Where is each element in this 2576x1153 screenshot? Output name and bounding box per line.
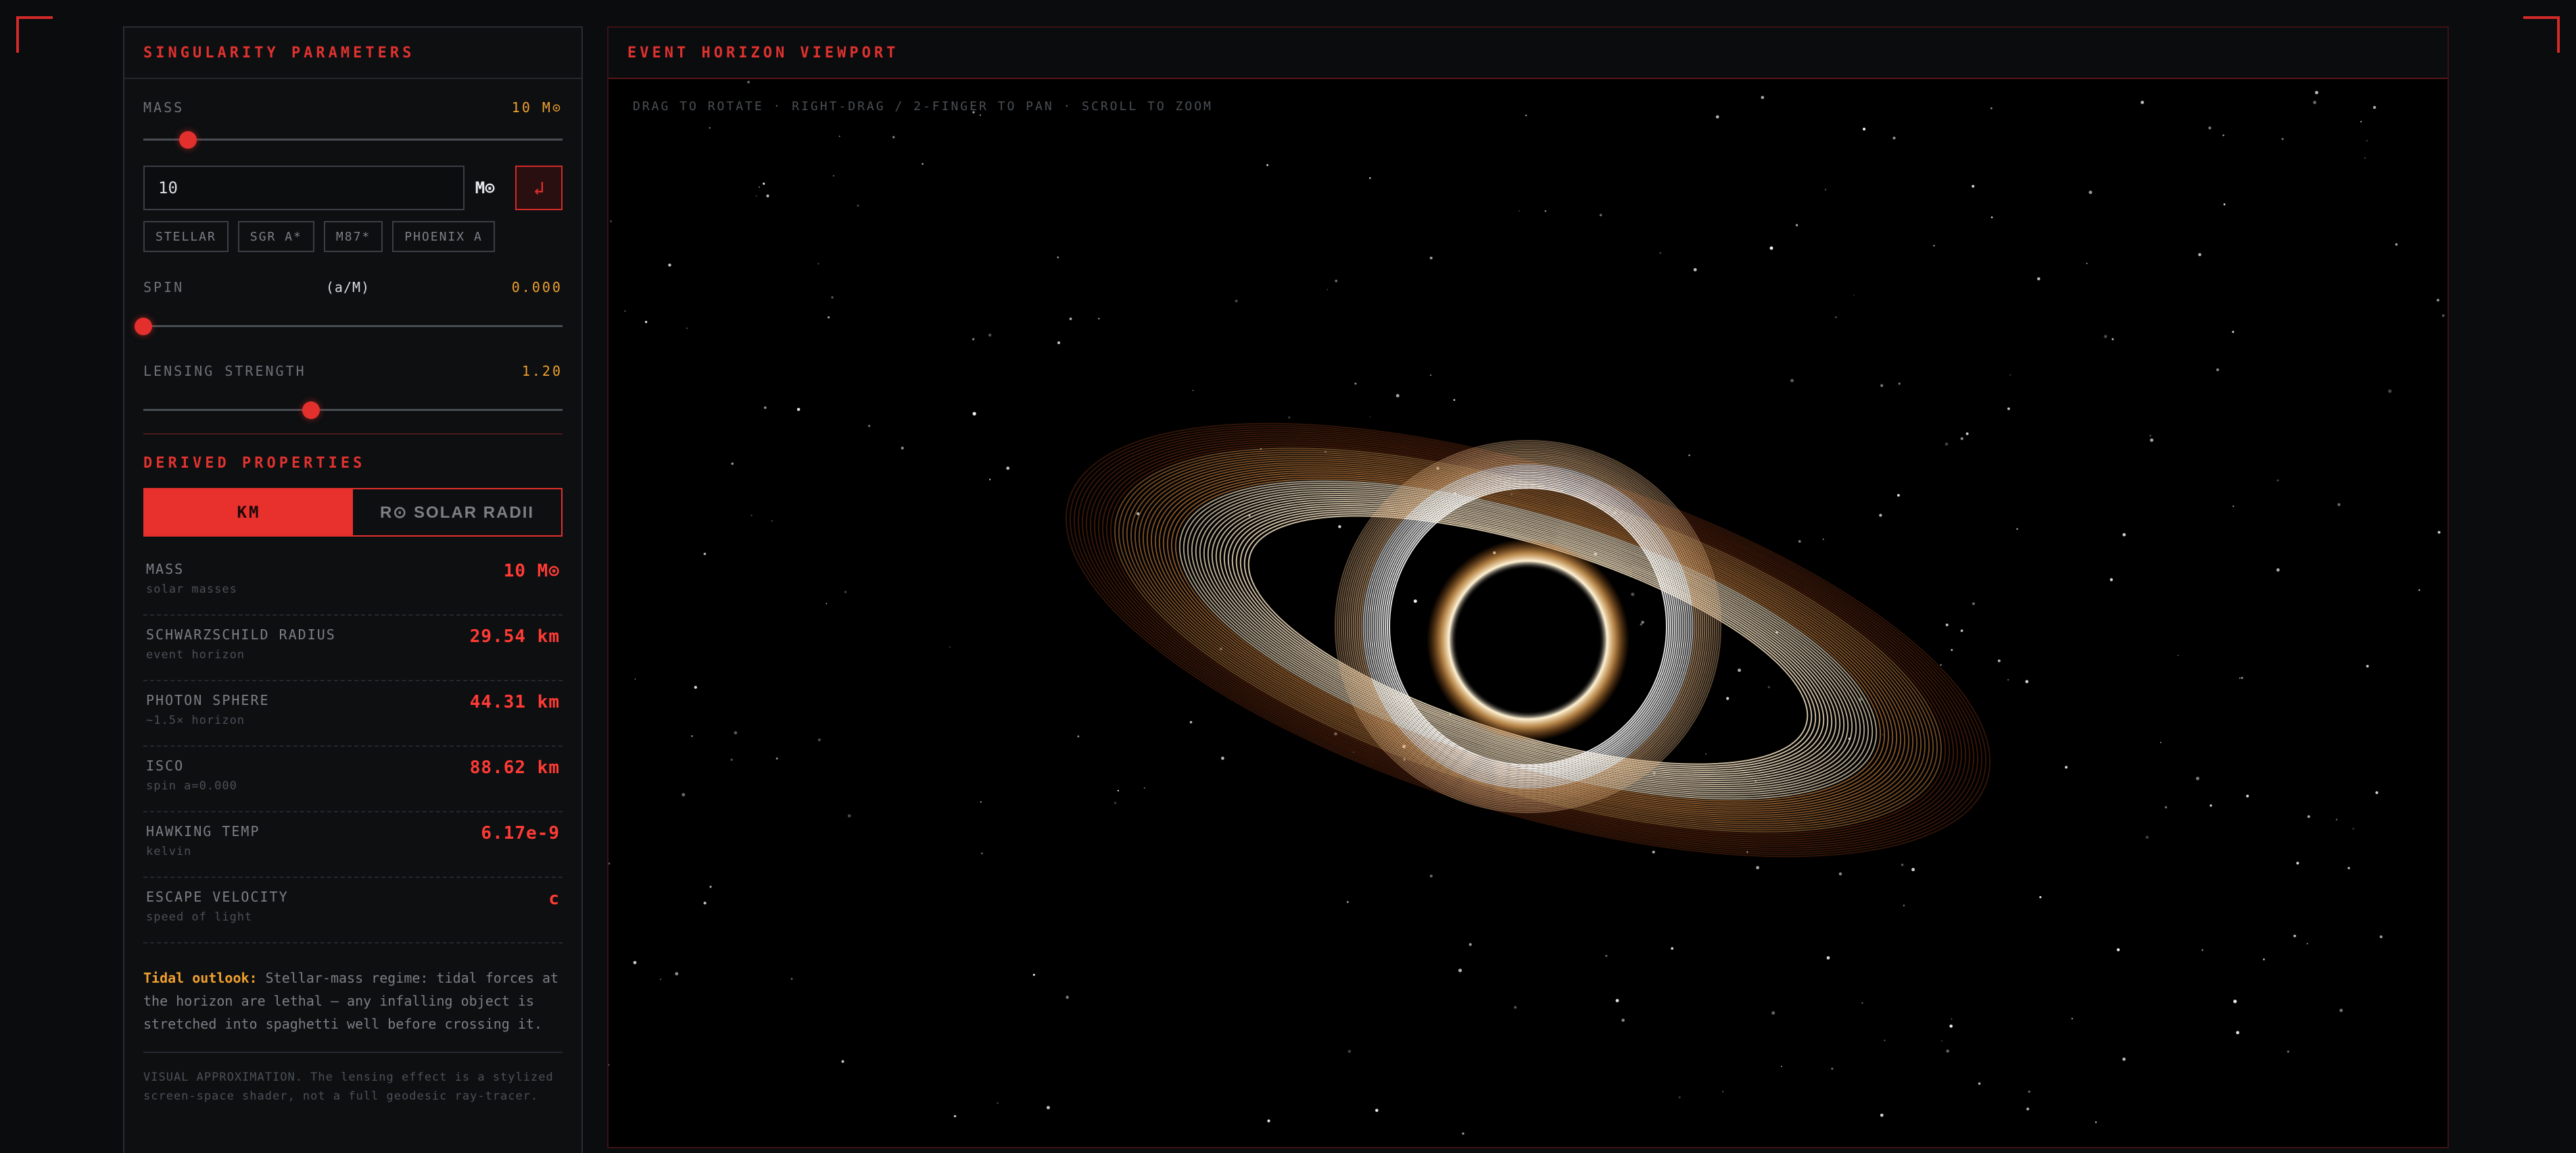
panel-title: SINGULARITY PARAMETERS bbox=[143, 44, 415, 62]
spin-slider-thumb[interactable] bbox=[135, 318, 152, 335]
lensing-slider-thumb[interactable] bbox=[302, 401, 320, 419]
property-sub: kelvin bbox=[146, 845, 192, 858]
mass-slider-thumb[interactable] bbox=[179, 131, 197, 149]
property-sub: ~1.5× horizon bbox=[146, 714, 245, 727]
panel-header: SINGULARITY PARAMETERS bbox=[124, 28, 581, 79]
derived-title-wrap: DERIVED PROPERTIES bbox=[143, 455, 563, 472]
property-name: MASS bbox=[146, 561, 185, 577]
property-name: HAWKING TEMP bbox=[146, 823, 260, 839]
property-name: SCHWARZSCHILD RADIUS bbox=[146, 627, 336, 643]
lensing-row: LENSING STRENGTH 1.20 bbox=[143, 363, 563, 379]
lensing-label: LENSING STRENGTH bbox=[143, 363, 306, 379]
spin-unit-label: (a/M) bbox=[325, 279, 371, 295]
mass-unit: M⊙ bbox=[475, 178, 495, 197]
toggle-solar-radii[interactable]: R⊙ SOLAR RADII bbox=[353, 489, 561, 535]
property-name: ISCO bbox=[146, 758, 185, 774]
mass-value: 10 M⊙ bbox=[511, 99, 563, 116]
tidal-outlook-lead: Tidal outlook: bbox=[143, 970, 258, 986]
property-sub: spin a=0.000 bbox=[146, 779, 237, 793]
mass-slider-track bbox=[143, 139, 563, 141]
corner-bracket-top-right bbox=[2523, 16, 2560, 53]
preset-stellar[interactable]: STELLAR bbox=[143, 221, 229, 252]
property-value: 88.62 km bbox=[469, 758, 560, 778]
property-sub: event horizon bbox=[146, 648, 245, 662]
tidal-outlook: Tidal outlook: Stellar-mass regime: tida… bbox=[143, 966, 563, 1035]
derived-properties-title: DERIVED PROPERTIES bbox=[143, 455, 366, 472]
property-row: PHOTON SPHERE ~1.5× horizon 44.31 km bbox=[143, 681, 563, 747]
unit-toggle: KM R⊙ SOLAR RADII bbox=[143, 488, 563, 537]
corner-bracket-top-left bbox=[16, 16, 53, 53]
singularity-parameters-panel: SINGULARITY PARAMETERS MASS 10 M⊙ M⊙ ↲ S… bbox=[123, 26, 583, 1153]
event-horizon-viewport[interactable]: EVENT HORIZON VIEWPORT DRAG TO ROTATE · … bbox=[607, 26, 2449, 1148]
property-name: PHOTON SPHERE bbox=[146, 692, 270, 708]
property-row: HAWKING TEMP kelvin 6.17e-9 bbox=[143, 812, 563, 878]
preset-sgr-a[interactable]: SGR A* bbox=[237, 221, 314, 252]
spin-value: 0.000 bbox=[511, 279, 563, 295]
toggle-km[interactable]: KM bbox=[145, 489, 353, 535]
approximation-note: VISUAL APPROXIMATION. The lensing effect… bbox=[143, 1052, 563, 1106]
lensing-value: 1.20 bbox=[521, 363, 563, 379]
spin-slider-track bbox=[143, 325, 563, 327]
property-value: 10 M⊙ bbox=[503, 561, 560, 581]
property-value: 6.17e-9 bbox=[481, 823, 560, 843]
mass-input[interactable] bbox=[143, 166, 464, 210]
property-name: ESCAPE VELOCITY bbox=[146, 889, 289, 905]
spin-label: SPIN bbox=[143, 279, 185, 295]
black-hole-render[interactable] bbox=[609, 80, 2450, 1150]
apply-mass-button[interactable]: ↲ bbox=[515, 166, 563, 210]
property-row: SCHWARZSCHILD RADIUS event horizon 29.54 … bbox=[143, 616, 563, 681]
spin-slider[interactable] bbox=[135, 309, 563, 343]
mass-label: MASS bbox=[143, 99, 185, 116]
property-sub: solar masses bbox=[146, 583, 237, 596]
property-value: 44.31 km bbox=[469, 692, 560, 712]
preset-phoenix-a[interactable]: PHOENIX A bbox=[392, 221, 495, 252]
event-horizon-shadow bbox=[1456, 568, 1600, 712]
viewport-title: EVENT HORIZON VIEWPORT bbox=[627, 44, 899, 62]
enter-icon: ↲ bbox=[533, 176, 545, 199]
spin-row: SPIN (a/M) 0.000 bbox=[143, 279, 563, 295]
property-value: c bbox=[548, 889, 560, 909]
mass-row: MASS 10 M⊙ bbox=[143, 99, 563, 116]
lensing-slider-track bbox=[143, 409, 563, 411]
viewport-header: EVENT HORIZON VIEWPORT bbox=[609, 28, 2448, 79]
mass-slider[interactable] bbox=[143, 122, 563, 156]
property-sub: speed of light bbox=[146, 910, 253, 924]
mass-presets: STELLAR SGR A* M87* PHOENIX A bbox=[143, 221, 563, 252]
property-value: 29.54 km bbox=[469, 627, 560, 647]
properties-list: MASS solar masses 10 M⊙ SCHWARZSCHILD RAD… bbox=[143, 550, 563, 943]
lensing-slider[interactable] bbox=[143, 393, 563, 426]
preset-m87[interactable]: M87* bbox=[323, 221, 383, 252]
property-row: MASS solar masses 10 M⊙ bbox=[143, 550, 563, 616]
section-divider bbox=[143, 433, 563, 435]
mass-input-row: M⊙ ↲ bbox=[143, 166, 563, 210]
property-row: ESCAPE VELOCITY speed of light c bbox=[143, 878, 563, 943]
property-row: ISCO spin a=0.000 88.62 km bbox=[143, 747, 563, 812]
